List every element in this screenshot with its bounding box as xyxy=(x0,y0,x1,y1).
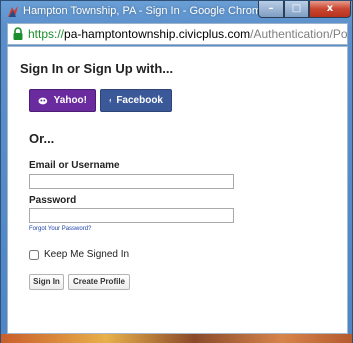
yahoo-label: Yahoo! xyxy=(53,95,87,106)
address-bar[interactable]: https://pa-hamptontownship.civicplus.com… xyxy=(7,23,348,45)
browser-window: Hampton Township, PA - Sign In - Google … xyxy=(0,0,353,343)
facebook-icon xyxy=(109,98,112,103)
or-divider-text: Or... xyxy=(29,131,55,146)
forgot-password-link[interactable]: Forgot Your Password? xyxy=(29,226,91,232)
url-host: pa-hamptontownship.civicplus.com xyxy=(64,27,251,41)
close-icon: x xyxy=(326,3,334,14)
signin-page: Sign In or Sign Up with... Yahoo! Facebo… xyxy=(7,46,348,334)
desktop-background-strip xyxy=(1,334,352,343)
close-button[interactable]: x xyxy=(309,1,351,18)
lock-icon xyxy=(13,27,23,40)
password-label: Password xyxy=(29,195,77,206)
facebook-signin-button[interactable]: Facebook xyxy=(100,89,172,112)
keep-signed-in-checkbox[interactable] xyxy=(29,250,39,260)
minimize-button[interactable]: – xyxy=(258,1,284,18)
email-label: Email or Username xyxy=(29,160,120,171)
signin-button[interactable]: Sign In xyxy=(29,274,64,290)
signin-heading: Sign In or Sign Up with... xyxy=(20,61,174,76)
url-text: https://pa-hamptontownship.civicplus.com… xyxy=(28,27,348,41)
maximize-button[interactable]: □ xyxy=(284,1,309,18)
create-profile-button[interactable]: Create Profile xyxy=(68,274,130,290)
title-bar[interactable]: Hampton Township, PA - Sign In - Google … xyxy=(1,1,352,23)
yahoo-icon xyxy=(38,97,48,105)
keep-signed-in-label: Keep Me Signed In xyxy=(44,249,130,260)
password-input[interactable] xyxy=(29,208,234,223)
window-title: Hampton Township, PA - Sign In - Google … xyxy=(23,5,268,17)
url-protocol: https:// xyxy=(28,27,65,41)
yahoo-signin-button[interactable]: Yahoo! xyxy=(29,89,96,112)
facebook-label: Facebook xyxy=(116,95,163,106)
email-input[interactable] xyxy=(29,174,234,189)
minimize-icon: – xyxy=(268,3,274,14)
app-logo-icon xyxy=(8,6,18,17)
url-path: /Authentication/Popup?re xyxy=(250,27,348,41)
maximize-icon: □ xyxy=(291,3,302,14)
